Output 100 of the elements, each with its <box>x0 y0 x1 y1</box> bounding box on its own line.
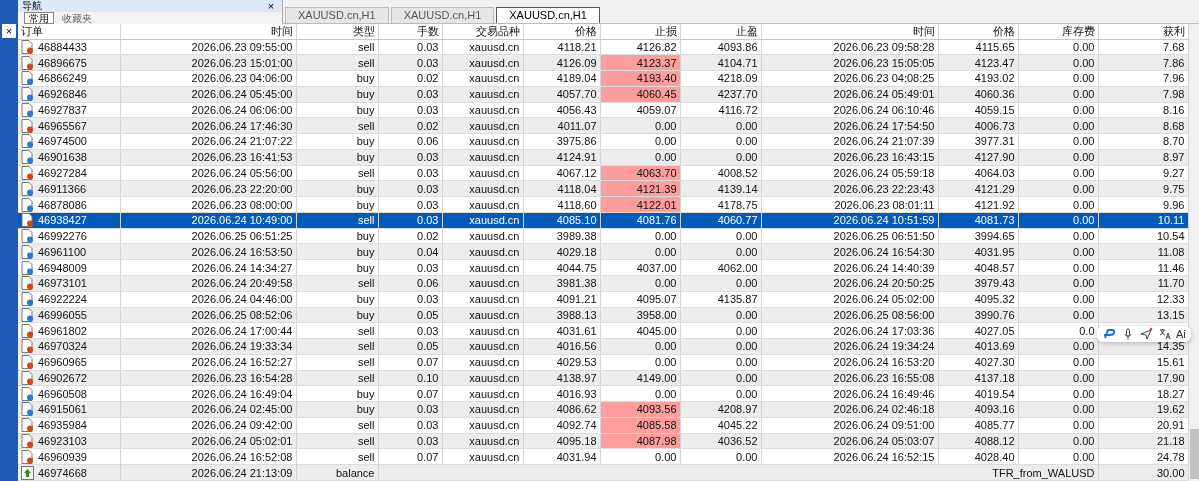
panel-tab[interactable]: 收藏夹 <box>58 12 96 24</box>
table-cell: xauusd.cn <box>442 322 523 339</box>
chart-tab[interactable]: XAUUSD.cn,H1 <box>496 7 600 23</box>
table-cell: 2026.06.24 09:42:00 <box>120 417 296 434</box>
table-cell: xauusd.cn <box>442 291 523 307</box>
column-header[interactable]: 价格 <box>523 24 600 39</box>
column-header[interactable]: 时间 <box>120 24 296 39</box>
table-cell: 4091.21 <box>523 291 600 307</box>
table-cell: 2026.06.24 16:53:20 <box>761 354 938 371</box>
chart-tab[interactable]: XAUUSD.cn,H1 <box>390 7 495 23</box>
sell-order-icon <box>21 276 34 291</box>
order-number: 46974500 <box>38 134 87 149</box>
table-cell: 2026.06.24 05:02:00 <box>761 291 938 307</box>
order-number: 46960939 <box>38 449 87 464</box>
chart-tab[interactable]: XAUUSD.cn,H1 <box>285 7 389 23</box>
table-cell: 0.00 <box>1018 70 1098 87</box>
order-number: 46960508 <box>38 386 87 401</box>
buy-order-icon <box>21 87 34 102</box>
table-cell: 3989.38 <box>523 228 600 244</box>
table-cell: 9.27 <box>1098 165 1188 181</box>
column-header[interactable]: 止盈 <box>680 24 761 39</box>
table-cell: 4095.07 <box>600 291 680 307</box>
table-cell: 2026.06.24 10:51:59 <box>761 212 938 229</box>
table-cell: 4044.75 <box>523 259 600 276</box>
order-number: 46961802 <box>38 323 87 338</box>
table-cell: 0.00 <box>600 228 680 244</box>
table-cell: 0.00 <box>600 385 680 402</box>
table-cell: 0.00 <box>1018 102 1098 118</box>
table-cell: 2026.06.25 06:51:25 <box>120 228 296 244</box>
logo-icon[interactable] <box>1102 327 1117 341</box>
column-header[interactable]: 类型 <box>296 24 378 39</box>
scrollbar[interactable] <box>1188 24 1199 481</box>
table-cell: 4121.92 <box>938 196 1018 213</box>
table-cell: 3977.31 <box>938 133 1018 150</box>
table-cell: 2026.06.23 09:58:28 <box>761 39 938 55</box>
order-number: 46915061 <box>38 402 87 417</box>
table-cell: xauusd.cn <box>442 448 523 465</box>
table-cell: 4016.93 <box>523 385 600 402</box>
table-cell: 0.00 <box>1018 165 1098 181</box>
order-number: 46965567 <box>38 118 87 133</box>
table-cell: sell <box>296 448 378 465</box>
table-cell: 4028.40 <box>938 448 1018 465</box>
column-header[interactable]: 库存费 <box>1018 24 1098 39</box>
table-cell: 4031.94 <box>523 448 600 465</box>
scrollbar-thumb[interactable] <box>1189 429 1199 479</box>
order-number: 46973101 <box>38 276 87 291</box>
table-cell: 11.46 <box>1098 259 1188 276</box>
order-number: 46935984 <box>38 418 87 433</box>
table-cell: 4092.74 <box>523 417 600 434</box>
table-cell: 0.00 <box>1018 291 1098 307</box>
order-number: 46896675 <box>38 55 87 70</box>
column-header[interactable]: 时间 <box>761 24 938 39</box>
table-cell: 8.16 <box>1098 102 1188 118</box>
table-cell: 0.00 <box>1018 448 1098 465</box>
table-cell: 0.00 <box>680 133 761 150</box>
order-number: 46926846 <box>38 87 87 102</box>
table-cell: xauusd.cn <box>442 354 523 371</box>
column-header[interactable]: 价格 <box>938 24 1018 39</box>
order-number: 46974668 <box>38 465 87 480</box>
table-cell: 4081.73 <box>938 212 1018 229</box>
column-header[interactable]: 交易品种 <box>442 24 523 39</box>
sell-order-icon <box>21 339 34 354</box>
order-number: 46911366 <box>38 181 87 196</box>
buy-order-icon <box>21 181 34 196</box>
table-cell: sell <box>296 354 378 371</box>
table-cell: buy <box>296 102 378 118</box>
table-cell: 0.03 <box>378 417 442 434</box>
buy-order-icon <box>21 229 34 243</box>
table-cell: xauusd.cn <box>442 133 523 150</box>
column-header[interactable]: 获利 <box>1098 24 1188 39</box>
table-cell: 0.00 <box>1018 196 1098 213</box>
table-cell: 0.00 <box>600 133 680 150</box>
table-cell: 0.00 <box>1018 354 1098 371</box>
translate-icon[interactable] <box>1157 327 1172 341</box>
table-cell: 0.00 <box>1018 212 1098 229</box>
table-cell: 18.27 <box>1098 385 1188 402</box>
table-cell: 2026.06.24 05:59:18 <box>761 165 938 181</box>
close-button[interactable]: × <box>264 0 278 12</box>
order-number: 46948009 <box>38 260 87 275</box>
table-cell: xauusd.cn <box>442 165 523 181</box>
table-cell: sell <box>296 39 378 55</box>
close-button[interactable]: × <box>2 24 16 38</box>
buy-order-icon <box>21 307 34 322</box>
order-number: 46938427 <box>38 213 87 228</box>
table-cell: buy <box>296 259 378 276</box>
table-cell: 4093.86 <box>680 39 761 55</box>
table-cell: xauusd.cn <box>442 385 523 402</box>
column-header[interactable]: 手数 <box>378 24 442 39</box>
table-cell: 0.03 <box>378 102 442 118</box>
buy-order-icon <box>21 402 34 417</box>
table-cell: 0.00 <box>1018 228 1098 244</box>
order-number: 46901638 <box>38 150 87 165</box>
table-cell: 0.00 <box>680 228 761 244</box>
order-number: 46922224 <box>38 292 87 307</box>
send-icon[interactable] <box>1139 327 1154 341</box>
table-cell: 4135.87 <box>680 291 761 307</box>
panel-tab[interactable]: 常用 <box>24 12 54 24</box>
table-cell: 4085.77 <box>938 417 1018 434</box>
column-header[interactable]: 止损 <box>600 24 680 39</box>
table-cell: 7.68 <box>1098 39 1188 55</box>
